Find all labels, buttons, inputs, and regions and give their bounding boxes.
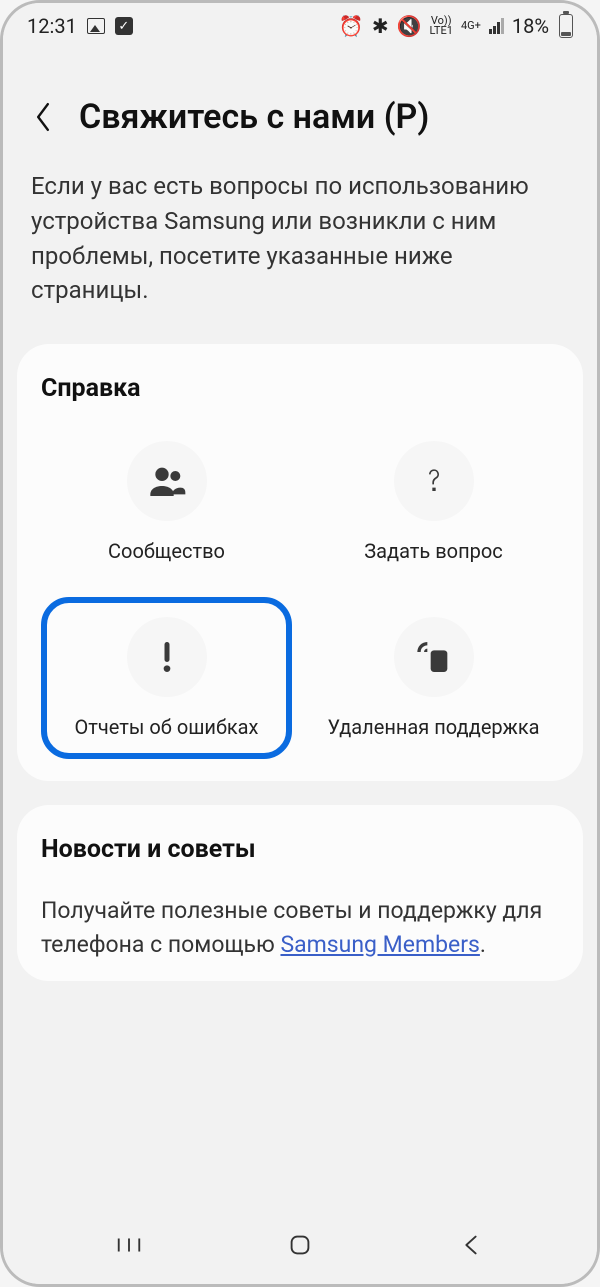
community-icon	[127, 441, 207, 521]
intro-text: Если у вас есть вопросы по использованию…	[3, 157, 597, 344]
samsung-members-link[interactable]: Samsung Members	[280, 931, 479, 958]
system-navbar	[3, 1216, 597, 1284]
bluetooth-icon: ✱	[372, 14, 389, 38]
help-item-label: Удаленная поддержка	[327, 715, 539, 739]
news-card: Новости и советы Получайте полезные сове…	[17, 805, 583, 981]
mute-icon: 🔇	[397, 14, 422, 38]
nav-recents[interactable]	[99, 1231, 159, 1259]
status-right: ⏰ ✱ 🔇 Vo)) LTE1 4G+ 18%	[339, 14, 573, 38]
back-button[interactable]	[27, 101, 59, 133]
help-item-label: Задать вопрос	[364, 539, 502, 563]
battery-icon	[559, 14, 573, 38]
chevron-left-icon	[33, 101, 53, 133]
help-grid: Сообщество Задать вопрос Отчеты об ошибк…	[41, 433, 559, 747]
help-title: Справка	[41, 374, 559, 403]
page-title: Свяжитесь с нами (P)	[79, 97, 429, 137]
page-header: Свяжитесь с нами (P)	[3, 49, 597, 157]
help-card: Справка Сообщество Задать вопрос Отчеты …	[17, 344, 583, 781]
news-text-after: .	[480, 931, 486, 958]
news-title: Новости и советы	[41, 835, 559, 864]
status-left: 12:31 ✓	[27, 14, 133, 38]
help-item-community[interactable]: Сообщество	[41, 433, 292, 571]
question-icon	[394, 441, 474, 521]
exclamation-icon	[127, 617, 207, 697]
signal-icon	[489, 18, 504, 34]
news-text: Получайте полезные советы и поддержку дл…	[41, 894, 559, 961]
battery-pct: 18%	[512, 14, 549, 38]
help-item-ask[interactable]: Задать вопрос	[308, 433, 559, 571]
network-type: 4G+	[461, 21, 481, 31]
help-item-remote-support[interactable]: Удаленная поддержка	[308, 609, 559, 747]
volte-indicator: Vo)) LTE1	[429, 16, 452, 36]
nav-home[interactable]	[270, 1231, 330, 1259]
alarm-icon: ⏰	[339, 14, 364, 38]
status-bar: 12:31 ✓ ⏰ ✱ 🔇 Vo)) LTE1 4G+ 18%	[3, 3, 597, 49]
image-icon	[87, 18, 105, 34]
nav-back[interactable]	[441, 1231, 501, 1259]
help-item-error-reports[interactable]: Отчеты об ошибках	[41, 597, 292, 759]
help-item-label: Сообщество	[108, 539, 225, 563]
remote-icon	[394, 617, 474, 697]
clock: 12:31	[27, 14, 77, 38]
check-icon: ✓	[115, 17, 133, 35]
help-item-label: Отчеты об ошибках	[75, 715, 259, 739]
phone-frame: 12:31 ✓ ⏰ ✱ 🔇 Vo)) LTE1 4G+ 18% Свяжитес…	[0, 0, 600, 1287]
